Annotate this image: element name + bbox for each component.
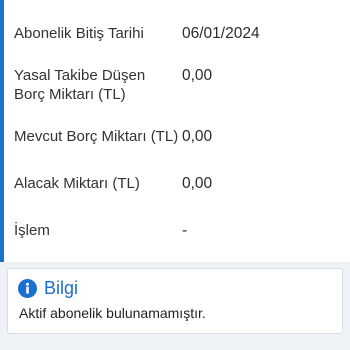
info-row-value: 0,00 [182,128,213,145]
info-row-label: İşlem [14,222,50,239]
info-row-value: 06/01/2024 [182,25,260,42]
subscription-info-panel: Abonelik Bitiş Tarihi 06/01/2024 Yasal T… [0,0,350,262]
alert-message: Aktif abonelik bulunamamıştır. [19,305,206,321]
info-row-label: Mevcut Borç Miktarı (TL) [14,128,179,145]
info-row-value: 0,00 [182,175,213,192]
info-row-value: 0,00 [182,67,213,84]
alert-header: Bilgi [18,277,78,299]
info-row-value: - [182,222,188,239]
alert-title: Bilgi [44,278,79,298]
info-alert: Bilgi Aktif abonelik bulunamamıştır. [7,268,343,334]
info-row-label: Yasal Takibe Düşen Borç Miktarı (TL) [14,67,146,103]
info-row-label: Alacak Miktarı (TL) [14,175,140,192]
info-icon [18,278,37,298]
page: Abonelik Bitiş Tarihi 06/01/2024 Yasal T… [0,0,350,350]
info-row-label: Abonelik Bitiş Tarihi [14,25,144,42]
